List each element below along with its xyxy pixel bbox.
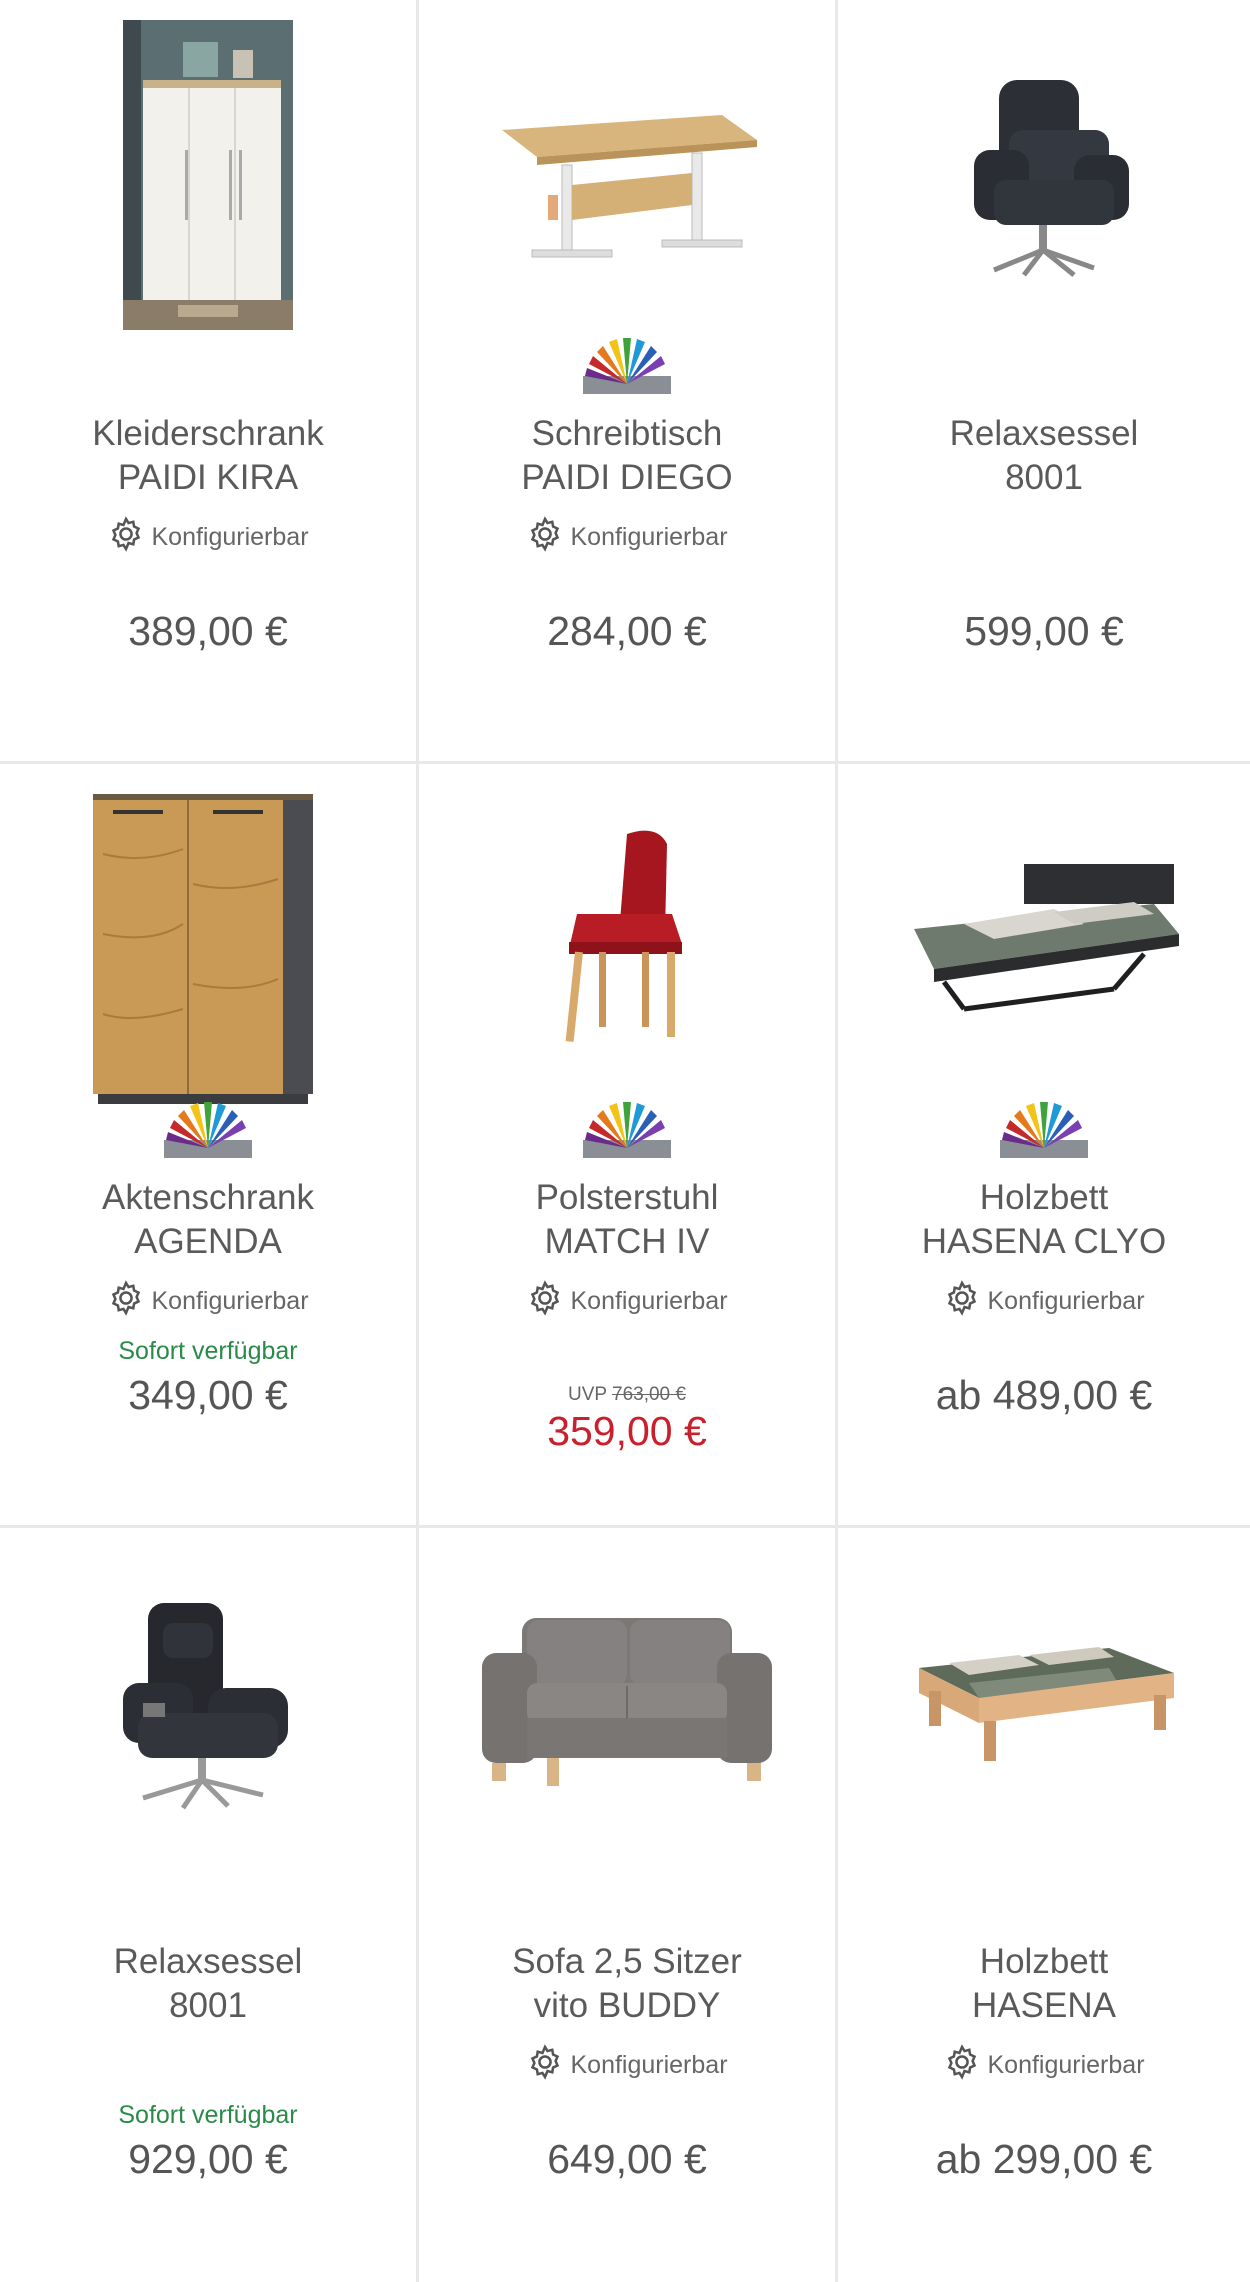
product-title-line[interactable]: Holzbett [838, 1176, 1250, 1220]
product-title[interactable]: Holzbett HASENA [838, 1940, 1250, 2028]
product-tile[interactable]: Schreibtisch PAIDI DIEGO Konfigurierbar … [419, 0, 838, 764]
product-title[interactable]: Polsterstuhl MATCH IV [419, 1176, 835, 1264]
product-image-bed-wood[interactable] [838, 1538, 1250, 1868]
configurable-label: Konfigurierbar [570, 1287, 728, 1315]
product-title[interactable]: Sofa 2,5 Sitzer vito BUDDY [419, 1940, 835, 2028]
gear-icon [943, 2043, 981, 2088]
color-fan-icon [583, 1102, 671, 1158]
gear-icon [526, 2043, 564, 2088]
product-image-desk[interactable] [419, 10, 835, 340]
product-title-line[interactable]: AGENDA [0, 1220, 416, 1264]
product-tile[interactable]: Polsterstuhl MATCH IV Konfigurierbar UVP… [419, 764, 838, 1528]
product-title-line[interactable]: vito BUDDY [419, 1984, 835, 2028]
product-title-line[interactable]: Sofa 2,5 Sitzer [419, 1940, 835, 1984]
product-title-line[interactable]: HASENA [838, 1984, 1250, 2028]
product-title-line[interactable]: Polsterstuhl [419, 1176, 835, 1220]
product-title-line[interactable]: 8001 [0, 1984, 416, 2028]
configurable-label: Konfigurierbar [151, 1287, 309, 1315]
product-image-recliner[interactable] [838, 10, 1250, 340]
configurable-badge: Konfigurierbar [838, 2043, 1250, 2088]
product-price: 649,00 € [547, 2136, 707, 2182]
product-title[interactable]: Schreibtisch PAIDI DIEGO [419, 412, 835, 500]
product-title-line[interactable]: MATCH IV [419, 1220, 835, 1264]
configurable-badge: Konfigurierbar [419, 2043, 835, 2088]
product-tile[interactable]: Kleiderschrank PAIDI KIRA Konfigurierbar… [0, 0, 419, 764]
configurable-badge: Konfigurierbar [419, 1279, 835, 1324]
product-grid: Kleiderschrank PAIDI KIRA Konfigurierbar… [0, 0, 1250, 2282]
product-title-line[interactable]: Aktenschrank [0, 1176, 416, 1220]
product-title-line[interactable]: Holzbett [838, 1940, 1250, 1984]
configurable-label: Konfigurierbar [570, 2051, 728, 2079]
product-title-line[interactable]: Relaxsessel [0, 1940, 416, 1984]
configurable-badge: Konfigurierbar [0, 1279, 416, 1324]
product-price: 349,00 € [128, 1372, 288, 1418]
configurable-label: Konfigurierbar [151, 523, 309, 551]
color-fan-icon [583, 338, 671, 394]
product-title-line[interactable]: PAIDI KIRA [0, 456, 416, 500]
gear-icon [943, 1279, 981, 1324]
product-image-bed-dark[interactable] [838, 774, 1250, 1104]
product-tile[interactable]: Holzbett HASENA CLYO Konfigurierbar ab 4… [838, 764, 1250, 1528]
product-title[interactable]: Holzbett HASENA CLYO [838, 1176, 1250, 1264]
product-image-chair[interactable] [419, 774, 835, 1104]
product-price: ab 489,00 € [935, 1372, 1153, 1418]
product-title-line[interactable]: Schreibtisch [419, 412, 835, 456]
product-image-cabinet[interactable] [0, 784, 416, 1114]
gear-icon [107, 515, 145, 560]
product-title-line[interactable]: Relaxsessel [838, 412, 1250, 456]
product-title-line[interactable]: 8001 [838, 456, 1250, 500]
uvp-old-price: 763,00 € [612, 1384, 686, 1405]
product-title-line[interactable]: Kleiderschrank [0, 412, 416, 456]
sale-price: 359,00 € [547, 1408, 707, 1454]
product-image-wardrobe[interactable] [0, 10, 416, 340]
configurable-label: Konfigurierbar [570, 523, 728, 551]
availability-label: Sofort verfügbar [118, 2101, 298, 2129]
product-price: 599,00 € [964, 608, 1124, 654]
color-fan-icon [164, 1102, 252, 1158]
configurable-badge: Konfigurierbar [838, 1279, 1250, 1324]
product-title[interactable]: Relaxsessel 8001 [838, 412, 1250, 500]
configurable-label: Konfigurierbar [987, 1287, 1145, 1315]
product-tile[interactable]: Sofa 2,5 Sitzer vito BUDDY Konfigurierba… [419, 1528, 838, 2282]
product-tile[interactable]: Aktenschrank AGENDA Konfigurierbar Sofor… [0, 764, 419, 1528]
gear-icon [526, 515, 564, 560]
product-price: 284,00 € [547, 608, 707, 654]
product-tile[interactable]: Relaxsessel 8001 599,00 € [838, 0, 1250, 764]
product-tile[interactable]: Relaxsessel 8001 Sofort verfügbar 929,00… [0, 1528, 419, 2282]
product-title[interactable]: Kleiderschrank PAIDI KIRA [0, 412, 416, 500]
product-title-line[interactable]: PAIDI DIEGO [419, 456, 835, 500]
configurable-label: Konfigurierbar [987, 2051, 1145, 2079]
configurable-badge: Konfigurierbar [419, 515, 835, 560]
configurable-badge: Konfigurierbar [0, 515, 416, 560]
gear-icon [526, 1279, 564, 1324]
product-price: 929,00 € [128, 2136, 288, 2182]
product-price: 389,00 € [128, 608, 288, 654]
product-image-sofa[interactable] [419, 1538, 835, 1868]
product-price: ab 299,00 € [935, 2136, 1153, 2182]
color-fan-icon [1000, 1102, 1088, 1158]
uvp-label: UVP [568, 1384, 607, 1405]
product-image-recliner-2[interactable] [0, 1538, 416, 1868]
product-title[interactable]: Aktenschrank AGENDA [0, 1176, 416, 1264]
gear-icon [107, 1279, 145, 1324]
product-title-line[interactable]: HASENA CLYO [838, 1220, 1250, 1264]
product-title[interactable]: Relaxsessel 8001 [0, 1940, 416, 2028]
uvp-price: UVP 763,00 € [419, 1384, 835, 1406]
availability-label: Sofort verfügbar [118, 1337, 298, 1365]
product-tile[interactable]: Holzbett HASENA Konfigurierbar ab 299,00… [838, 1528, 1250, 2282]
